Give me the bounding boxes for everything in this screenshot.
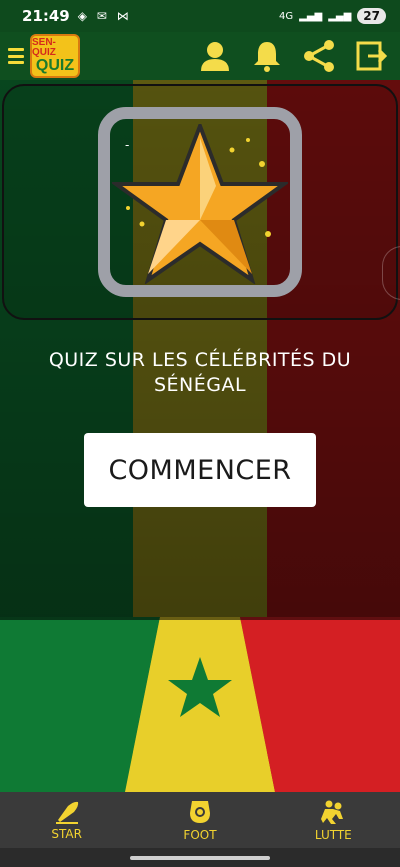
status-bar: 21:49 ◈ ✉ ⋈ 4G ▂▄▆ ▂▄▆ 27 [0,0,400,32]
football-icon [189,800,210,823]
nav-item-lutte[interactable]: LUTTE [267,792,400,848]
logout-icon[interactable] [354,39,388,73]
logo-line2: QUIZ [35,57,75,74]
home-indicator[interactable] [130,856,270,860]
app-bar: SEN-QUIZ QUIZ [0,32,400,80]
bell-icon[interactable] [250,39,284,73]
logo-line1: SEN-QUIZ [32,37,56,58]
battery-level: 27 [357,8,386,24]
nav-item-foot[interactable]: FOOT [133,792,266,848]
status-time: 21:49 [22,7,70,25]
status-right: 4G ▂▄▆ ▂▄▆ 27 [279,8,386,24]
nav-label-lutte: LUTTE [314,827,352,842]
appbar-actions [198,39,392,73]
main-area: - QUIZ SUR LES CÉLÉBRITÉS DU SÉNÉGAL COM… [0,80,400,792]
signal-icon-2: ▂▄▆ [328,10,352,22]
rocket-icon [55,801,78,824]
bottom-navigation: STAR FOOT LUTTE [0,792,400,848]
nav-item-star[interactable]: STAR [0,792,133,848]
nav-label-foot: FOOT [183,827,217,842]
star-icon [112,124,288,284]
wrestling-icon [321,800,344,824]
signal-icon: ▂▄▆ [299,10,323,22]
menu-icon[interactable] [8,48,24,64]
network-label: 4G [279,10,294,22]
flag-floor [0,617,400,792]
share-icon[interactable] [302,39,336,73]
profile-icon[interactable] [198,39,232,73]
start-button[interactable]: COMMENCER [84,433,316,507]
nav-label-star: STAR [51,826,82,841]
status-notification-icons: ◈ ✉ ⋈ [77,9,132,23]
quiz-title: QUIZ SUR LES CÉLÉBRITÉS DU SÉNÉGAL [48,349,352,396]
system-nav-area [0,848,400,867]
app-logo: SEN-QUIZ QUIZ [30,34,80,78]
banner-dash: - [125,138,130,152]
